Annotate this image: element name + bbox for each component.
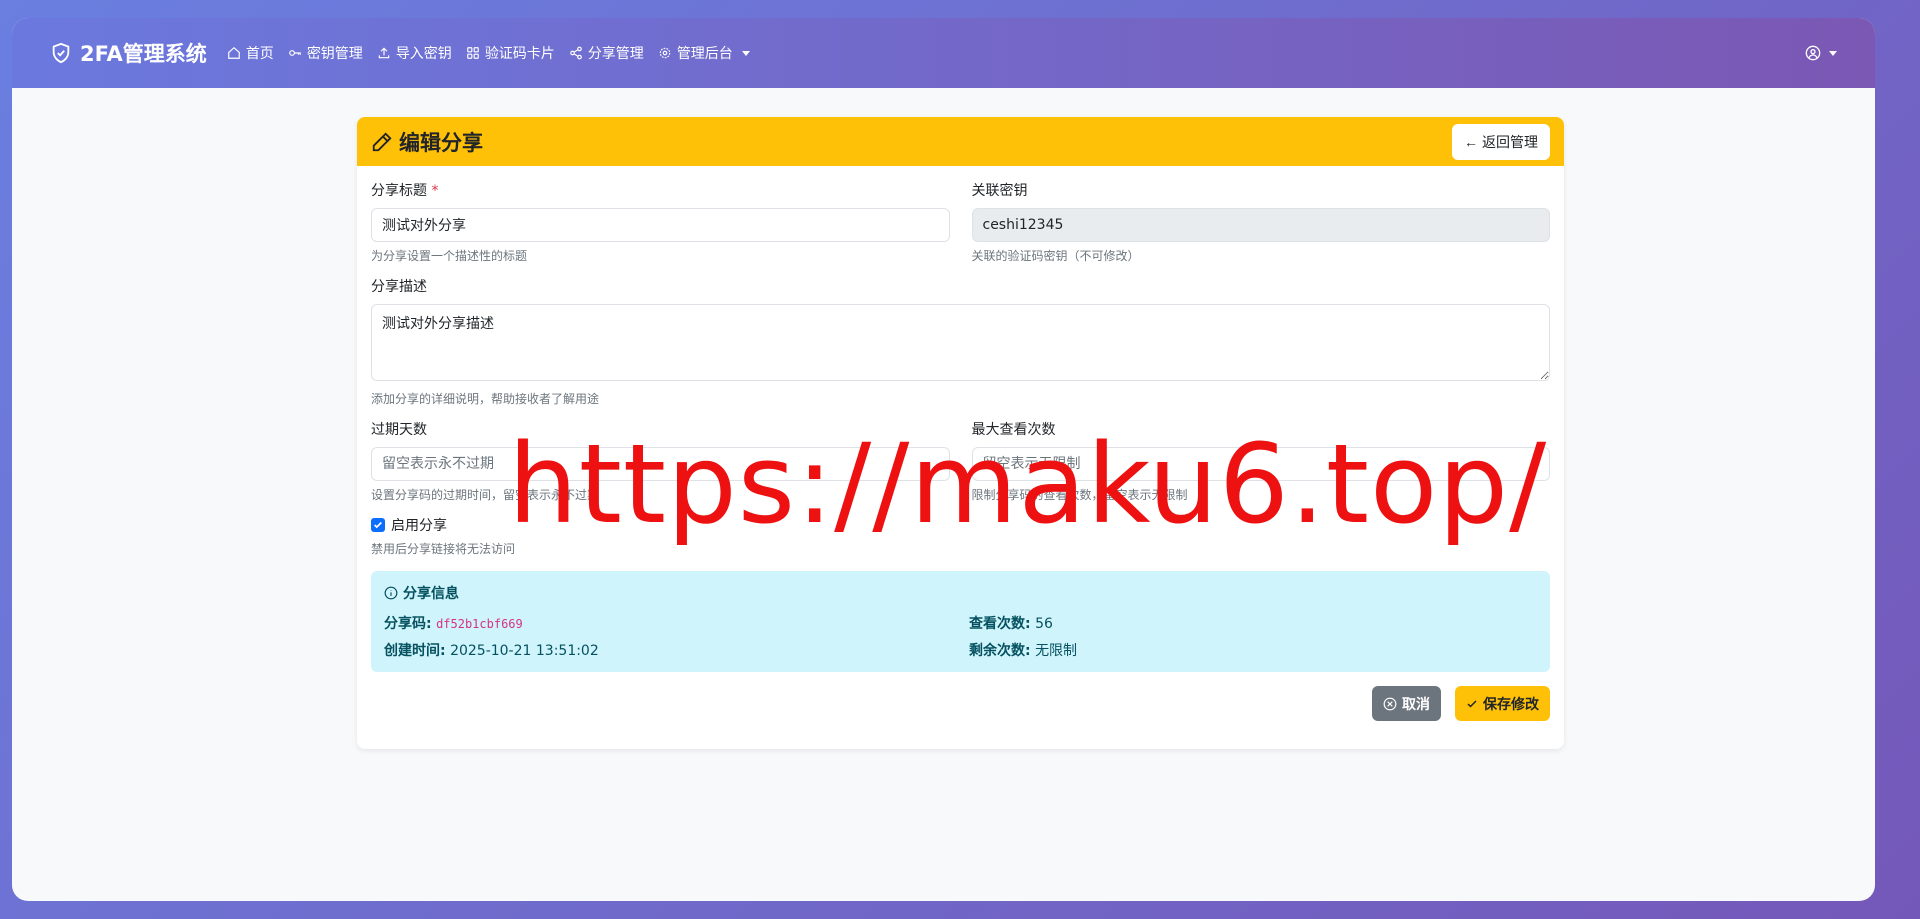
linked-key-label: 关联密钥 xyxy=(971,183,1028,199)
user-menu-dropdown[interactable] xyxy=(1805,45,1837,61)
nav-keys-label: 密钥管理 xyxy=(306,46,363,62)
expire-days-input[interactable] xyxy=(371,447,950,481)
check-icon xyxy=(374,521,382,529)
share-code-value: df52b1cbf669 xyxy=(436,617,523,631)
pencil-icon xyxy=(372,131,392,151)
enable-share-checkbox[interactable] xyxy=(371,518,385,532)
nav-share-label: 分享管理 xyxy=(587,46,644,62)
expire-days-label: 过期天数 xyxy=(371,422,427,438)
upload-icon xyxy=(378,47,390,59)
view-count-label: 查看次数: xyxy=(969,616,1031,632)
nav-import[interactable]: 导入密钥 xyxy=(377,43,452,63)
cancel-button[interactable]: 取消 xyxy=(1372,686,1441,721)
share-title-input[interactable] xyxy=(371,208,950,242)
gear-icon xyxy=(659,47,671,59)
view-count-value: 56 xyxy=(1035,616,1053,632)
edit-share-card: 编辑分享 ← 返回管理 分享标题 * 为分享设置一个描述性的标题 关联密钥 关联… xyxy=(357,117,1564,749)
user-circle-icon xyxy=(1805,45,1821,61)
max-views-label: 最大查看次数 xyxy=(971,422,1056,438)
save-button-label: 保存修改 xyxy=(1483,695,1539,712)
navbar: 2FA管理系统 首页 密钥管理 导入密钥 验证码卡片 分享管理 管理后台 xyxy=(12,18,1875,88)
enable-share-row: 启用分享 xyxy=(371,515,1550,535)
remaining-row: 剩余次数: 无限制 xyxy=(969,640,1537,660)
share-title-label: 分享标题 * xyxy=(371,183,439,199)
remaining-label: 剩余次数: xyxy=(969,643,1031,659)
shield-check-icon xyxy=(52,42,70,64)
nav-admin-dropdown[interactable]: 管理后台 xyxy=(658,43,750,63)
back-to-manage-button[interactable]: ← 返回管理 xyxy=(1452,123,1550,160)
chevron-down-icon xyxy=(741,50,750,56)
grid-icon xyxy=(466,47,479,59)
expire-days-help: 设置分享码的过期时间，留空表示永不过期 xyxy=(371,488,600,502)
brand-name: 2FA管理系统 xyxy=(80,42,207,66)
nav-cards-label: 验证码卡片 xyxy=(484,46,555,62)
created-row: 创建时间: 2025-10-21 13:51:02 xyxy=(384,640,969,660)
card-header: 编辑分享 ← 返回管理 xyxy=(357,117,1564,166)
linked-key-help: 关联的验证码密钥（不可修改） xyxy=(971,249,1140,263)
share-title-help: 为分享设置一个描述性的标题 xyxy=(371,249,528,263)
chevron-down-icon xyxy=(1829,50,1837,56)
info-icon xyxy=(384,586,398,600)
arrow-left-icon: ← xyxy=(1464,133,1478,150)
max-views-input[interactable] xyxy=(971,447,1550,481)
nav-home[interactable]: 首页 xyxy=(227,43,274,63)
nav-cards[interactable]: 验证码卡片 xyxy=(466,43,555,63)
form-actions: 取消 保存修改 xyxy=(371,686,1550,721)
nav-home-label: 首页 xyxy=(245,46,274,62)
share-code-label: 分享码: xyxy=(384,616,432,632)
page-title: 编辑分享 xyxy=(371,127,483,157)
save-button[interactable]: 保存修改 xyxy=(1455,686,1550,721)
app-frame: 2FA管理系统 首页 密钥管理 导入密钥 验证码卡片 分享管理 管理后台 编辑分… xyxy=(12,18,1875,901)
required-mark: * xyxy=(431,183,439,199)
created-label: 创建时间: xyxy=(384,643,446,659)
page-title-text: 编辑分享 xyxy=(399,130,483,155)
nav-keys[interactable]: 密钥管理 xyxy=(288,43,363,63)
share-info-title-text: 分享信息 xyxy=(403,586,459,602)
linked-key-input xyxy=(971,208,1550,242)
created-value: 2025-10-21 13:51:02 xyxy=(450,643,599,659)
nav-admin-label: 管理后台 xyxy=(676,46,733,62)
check-icon xyxy=(1467,699,1477,708)
description-help: 添加分享的详细说明，帮助接收者了解用途 xyxy=(371,392,600,406)
nav-import-label: 导入密钥 xyxy=(395,46,452,62)
description-label: 分享描述 xyxy=(371,279,427,295)
x-circle-icon xyxy=(1383,697,1397,710)
enable-share-help: 禁用后分享链接将无法访问 xyxy=(371,542,516,556)
enable-share-label: 启用分享 xyxy=(391,518,447,534)
brand[interactable]: 2FA管理系统 xyxy=(50,38,207,68)
description-textarea[interactable]: 测试对外分享描述 xyxy=(371,304,1550,381)
max-views-help: 限制分享码的查看次数，留空表示无限制 xyxy=(971,488,1188,502)
nav-share[interactable]: 分享管理 xyxy=(569,43,644,63)
home-icon xyxy=(227,46,240,59)
cancel-button-label: 取消 xyxy=(1402,695,1430,712)
share-icon xyxy=(569,46,582,60)
share-info-box: 分享信息 分享码: df52b1cbf669 查看次数: 56 创建时间: 20… xyxy=(371,571,1550,672)
remaining-value: 无限制 xyxy=(1035,643,1078,659)
key-icon xyxy=(288,50,301,56)
share-code-row: 分享码: df52b1cbf669 xyxy=(384,613,969,633)
back-button-label: 返回管理 xyxy=(1482,133,1538,150)
view-count-row: 查看次数: 56 xyxy=(969,613,1537,633)
card-body: 分享标题 * 为分享设置一个描述性的标题 关联密钥 关联的验证码密钥（不可修改）… xyxy=(357,166,1564,735)
share-info-title: 分享信息 xyxy=(384,583,1537,603)
